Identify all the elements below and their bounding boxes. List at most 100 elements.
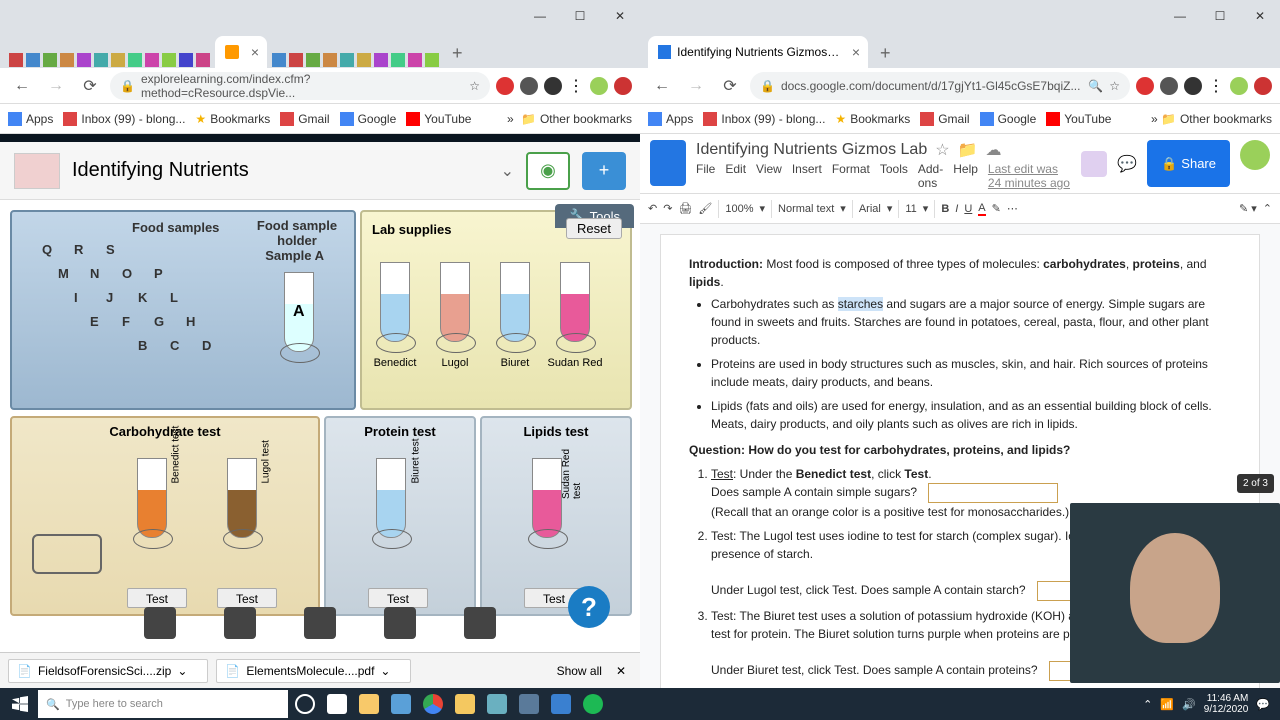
star-icon[interactable]: ☆ <box>469 79 480 93</box>
thumbs-up-icon[interactable] <box>224 607 256 639</box>
font-size[interactable]: 11 <box>905 203 916 215</box>
reset-button[interactable]: Reset <box>566 218 622 239</box>
gmail-bookmark[interactable]: Inbox (99) - blong... <box>703 112 825 126</box>
addons-menu[interactable]: Add-ons <box>918 162 943 190</box>
benedict-result-tube[interactable] <box>137 458 167 538</box>
sudan-result-tube[interactable] <box>532 458 562 538</box>
chevron-down-icon[interactable]: ⌄ <box>501 161 514 181</box>
view-menu[interactable]: View <box>756 162 782 190</box>
bookmarks-folder[interactable]: ★Bookmarks <box>195 112 270 126</box>
comment-icon[interactable] <box>304 607 336 639</box>
store-icon[interactable] <box>386 689 416 719</box>
style-select[interactable]: Normal text <box>778 203 834 215</box>
minimize-button[interactable]: — <box>1160 1 1200 31</box>
text-color-button[interactable]: A <box>978 202 985 216</box>
apps-bookmark[interactable]: Apps <box>8 112 53 126</box>
gmail-bookmark[interactable]: Inbox (99) - blong... <box>63 112 185 126</box>
comments-icon[interactable]: 💬 <box>1117 154 1137 174</box>
apps-bookmark[interactable]: Apps <box>648 112 693 126</box>
forward-button[interactable]: → <box>42 72 70 100</box>
launch-button[interactable]: ◉ <box>526 152 570 190</box>
chrome-icon[interactable] <box>418 689 448 719</box>
docs-logo-icon[interactable] <box>650 140 686 186</box>
sudan-red-tube[interactable]: Sudan Red <box>560 262 590 342</box>
new-tab-button[interactable]: + <box>444 39 471 68</box>
new-tab-button[interactable]: + <box>872 39 899 68</box>
gmail-bookmark[interactable]: Gmail <box>280 112 329 126</box>
redo-button[interactable]: ↷ <box>663 202 672 215</box>
extension-icon[interactable] <box>614 77 632 95</box>
active-tab[interactable]: Identifying Nutrients Gizmos Lab × <box>648 36 868 68</box>
app-icon[interactable] <box>450 689 480 719</box>
address-bar[interactable]: 🔒 docs.google.com/document/d/17gjYt1-Gl4… <box>750 72 1130 100</box>
start-button[interactable] <box>4 688 36 720</box>
file-explorer-icon[interactable] <box>354 689 384 719</box>
download-item[interactable]: 📄 ElementsMolecule....pdf ⌄ <box>216 659 411 683</box>
calculator-icon[interactable] <box>514 689 544 719</box>
benedict-tube[interactable]: Benedict <box>380 262 410 342</box>
share-icon[interactable] <box>384 607 416 639</box>
clock[interactable]: 11:46 AM 9/12/2020 <box>1204 693 1249 715</box>
show-all-button[interactable]: Show all <box>557 664 602 678</box>
maximize-button[interactable]: ☐ <box>1200 1 1240 31</box>
close-button[interactable]: ✕ <box>600 1 640 31</box>
undo-button[interactable]: ↶ <box>648 202 657 215</box>
reload-button[interactable]: ⟳ <box>76 72 104 100</box>
gmail-bookmark[interactable]: Gmail <box>920 112 969 126</box>
extension-icon[interactable] <box>496 77 514 95</box>
address-bar[interactable]: 🔒 explorelearning.com/index.cfm?method=c… <box>110 72 490 100</box>
extension-icon[interactable] <box>1160 77 1178 95</box>
print-button[interactable]: 🖨 <box>678 202 692 215</box>
help-button[interactable]: ? <box>568 586 610 628</box>
volume-icon[interactable]: 🔊 <box>1182 698 1196 711</box>
app-icon[interactable] <box>482 689 512 719</box>
maximize-button[interactable]: ☐ <box>560 1 600 31</box>
other-bookmarks[interactable]: » 📁 Other bookmarks <box>1151 112 1272 126</box>
puzzle-icon[interactable] <box>544 77 562 95</box>
lugol-tube[interactable]: Lugol <box>440 262 470 342</box>
biuret-tube[interactable]: Biuret <box>500 262 530 342</box>
lugol-result-tube[interactable] <box>227 458 257 538</box>
tools-menu[interactable]: Tools <box>880 162 908 190</box>
cortana-icon[interactable] <box>290 689 320 719</box>
puzzle-icon[interactable] <box>1184 77 1202 95</box>
sample-a-tube[interactable]: A <box>284 272 314 352</box>
biuret-result-tube[interactable] <box>376 458 406 538</box>
back-button[interactable]: ← <box>648 72 676 100</box>
star-icon[interactable]: ☆ <box>935 140 949 160</box>
move-icon[interactable]: 📁 <box>958 140 978 160</box>
youtube-bookmark[interactable]: YouTube <box>406 112 471 126</box>
paint-format-button[interactable]: 🖌 <box>698 202 712 215</box>
minimize-button[interactable]: — <box>520 1 560 31</box>
italic-button[interactable]: I <box>955 203 958 215</box>
profile-icon[interactable] <box>1230 77 1248 95</box>
collapse-icon[interactable]: ⌃ <box>1263 202 1272 215</box>
google-bookmark[interactable]: Google <box>340 112 397 126</box>
search-box[interactable]: 🔍 Type here to search <box>38 690 288 718</box>
tab-close-icon[interactable]: × <box>251 44 259 60</box>
close-icon[interactable]: ✕ <box>610 664 632 678</box>
other-bookmarks[interactable]: » 📁 Other bookmarks <box>507 112 632 126</box>
close-button[interactable]: ✕ <box>1240 1 1280 31</box>
upload-icon[interactable] <box>144 607 176 639</box>
menu-icon[interactable]: ⋮ <box>568 76 584 96</box>
highlight-button[interactable]: ✎ <box>992 202 1001 215</box>
document-title[interactable]: Identifying Nutrients Gizmos Lab <box>696 141 927 159</box>
extension-icon[interactable] <box>1136 77 1154 95</box>
extension-icon[interactable] <box>520 77 538 95</box>
fullscreen-icon[interactable] <box>464 607 496 639</box>
addon-icon[interactable] <box>1081 151 1107 177</box>
bold-button[interactable]: B <box>941 203 949 215</box>
help-menu[interactable]: Help <box>953 162 978 190</box>
google-bookmark[interactable]: Google <box>980 112 1037 126</box>
zoom-select[interactable]: 100% <box>725 203 753 215</box>
mail-icon[interactable] <box>546 689 576 719</box>
document-body[interactable]: Introduction: Most food is composed of t… <box>640 224 1280 688</box>
file-menu[interactable]: File <box>696 162 715 190</box>
font-select[interactable]: Arial <box>859 203 881 215</box>
format-menu[interactable]: Format <box>832 162 870 190</box>
spotify-icon[interactable] <box>578 689 608 719</box>
reload-button[interactable]: ⟳ <box>716 72 744 100</box>
add-button[interactable]: + <box>582 152 626 190</box>
wifi-icon[interactable]: 📶 <box>1160 698 1174 711</box>
